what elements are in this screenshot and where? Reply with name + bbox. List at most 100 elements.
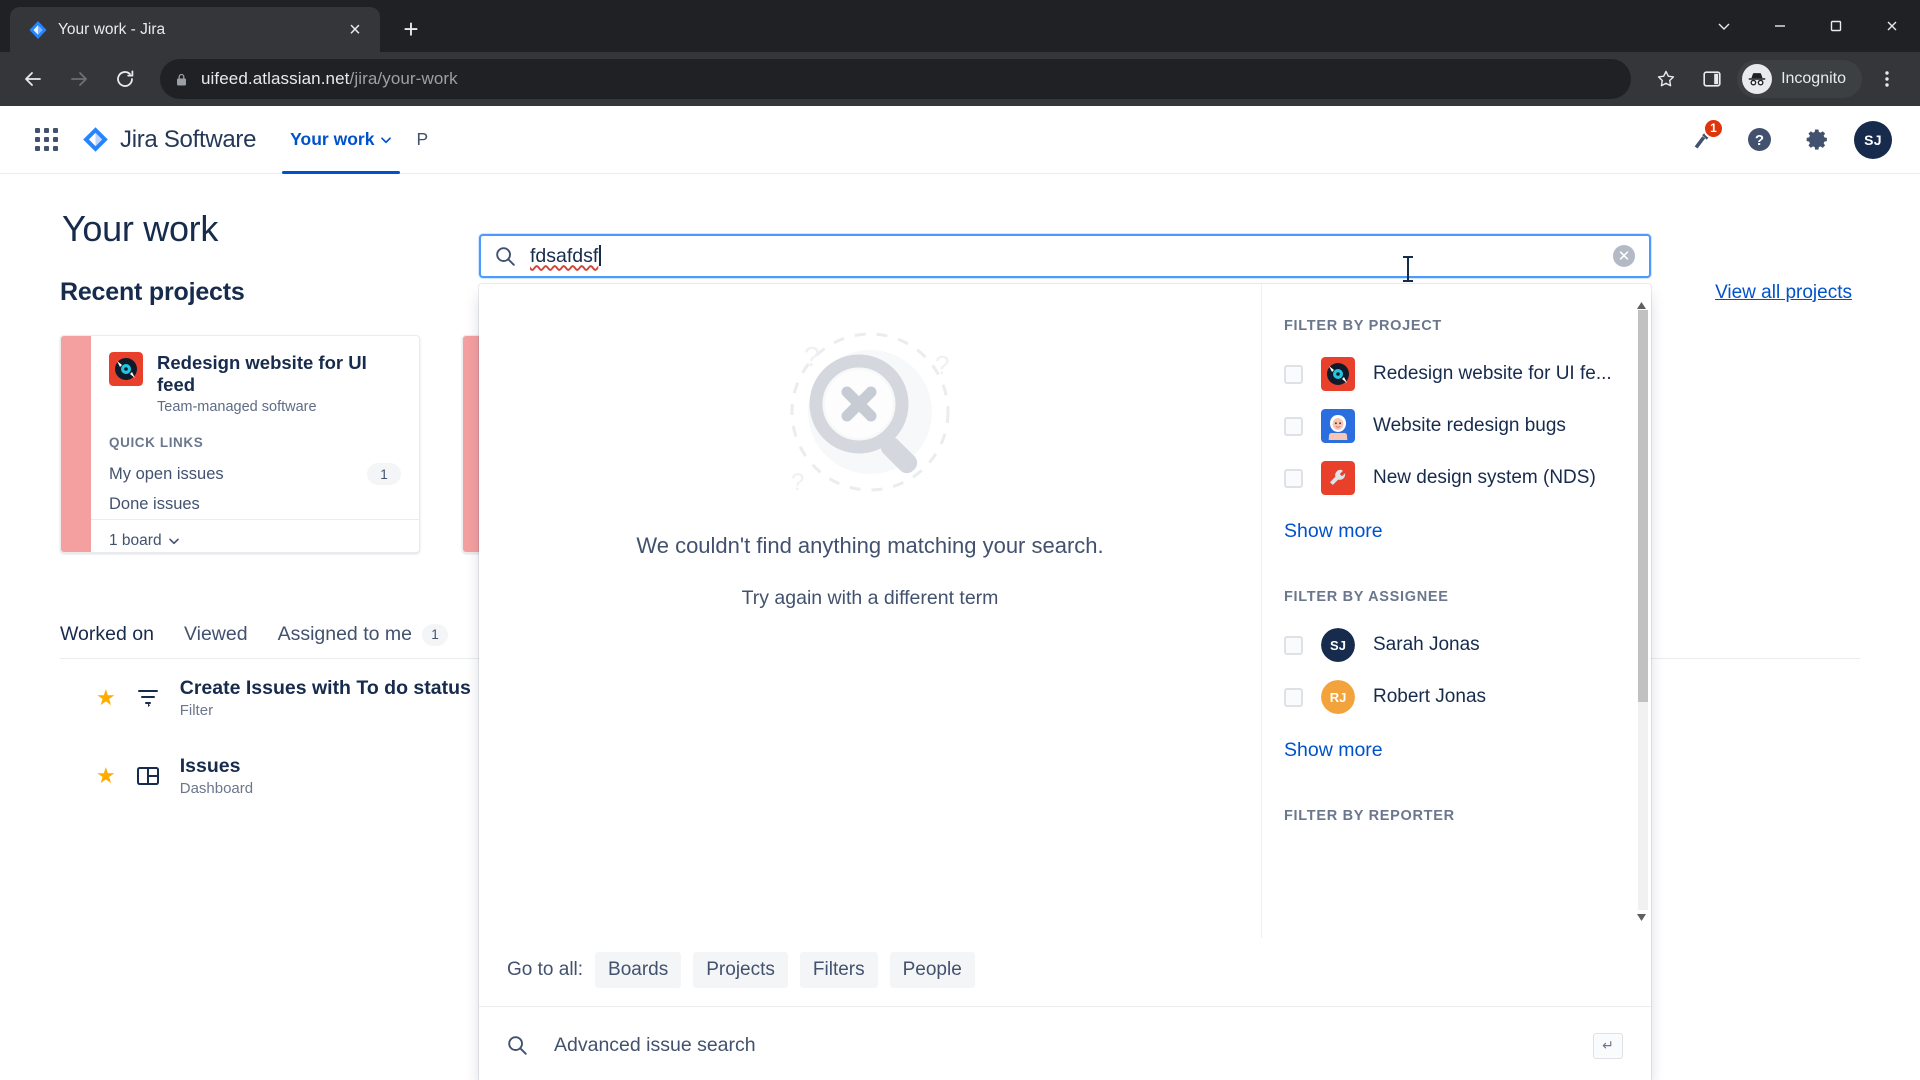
chip-filters[interactable]: Filters bbox=[799, 952, 878, 988]
jira-logo[interactable]: Jira Software bbox=[82, 126, 256, 154]
nav-item-your-work[interactable]: Your work bbox=[278, 106, 404, 174]
svg-text:?: ? bbox=[1754, 132, 1763, 149]
chevron-down-icon[interactable] bbox=[1696, 0, 1752, 52]
tab-assigned-to-me[interactable]: Assigned to me 1 bbox=[278, 623, 448, 646]
quick-link-my-open-issues[interactable]: My open issues 1 bbox=[109, 458, 401, 490]
show-more-assignees-link[interactable]: Show more bbox=[1278, 723, 1651, 762]
address-bar[interactable]: uifeed.atlassian.net/jira/your-work bbox=[160, 59, 1632, 99]
address-bar-url: uifeed.atlassian.net/jira/your-work bbox=[201, 69, 458, 89]
checkbox[interactable] bbox=[1284, 364, 1303, 384]
checkbox[interactable] bbox=[1284, 416, 1303, 436]
svg-text:?: ? bbox=[804, 341, 820, 372]
jira-logo-text: Jira Software bbox=[120, 125, 257, 153]
board-selector[interactable]: 1 board bbox=[91, 519, 419, 552]
close-tab-icon[interactable]: × bbox=[342, 17, 368, 43]
empty-state-subtitle: Try again with a different term bbox=[741, 587, 999, 609]
project-card[interactable]: Redesign website for UI feed Team-manage… bbox=[60, 335, 420, 553]
chevron-down-icon bbox=[168, 538, 179, 545]
help-icon[interactable]: ? bbox=[1738, 119, 1780, 161]
filter-option-assignee[interactable]: RJ Robert Jonas bbox=[1278, 671, 1651, 723]
checkbox[interactable] bbox=[1284, 687, 1303, 707]
star-icon[interactable] bbox=[1645, 58, 1687, 100]
checkbox[interactable] bbox=[1284, 468, 1303, 488]
filter-option-label: New design system (NDS) bbox=[1373, 467, 1596, 488]
text-cursor bbox=[1403, 256, 1413, 282]
tab-label: Assigned to me bbox=[277, 623, 412, 645]
avatar[interactable]: SJ bbox=[1854, 120, 1892, 159]
filters-scrollbar[interactable] bbox=[1635, 298, 1648, 924]
list-item-title: Create Issues with To do status bbox=[179, 677, 471, 699]
profile-label: Incognito bbox=[1781, 70, 1846, 87]
filter-group-label-project: FILTER BY PROJECT bbox=[1284, 318, 1442, 334]
back-arrow-icon[interactable] bbox=[12, 58, 54, 100]
show-more-projects-link[interactable]: Show more bbox=[1278, 504, 1651, 543]
divider bbox=[1278, 762, 1651, 808]
quick-link-count: 1 bbox=[367, 463, 401, 486]
wrench-avatar bbox=[1321, 461, 1355, 495]
search-icon bbox=[507, 1035, 528, 1056]
chip-boards[interactable]: Boards bbox=[595, 952, 682, 988]
card-accent-stripe bbox=[61, 336, 91, 552]
chip-projects[interactable]: Projects bbox=[693, 952, 788, 988]
search-results-empty-state: ? ? ? We couldn't find anything matching… bbox=[479, 284, 1261, 938]
url-domain: uifeed.atlassian.net bbox=[201, 69, 350, 88]
svg-text:?: ? bbox=[791, 469, 804, 496]
filter-icon bbox=[134, 684, 162, 712]
new-tab-button[interactable]: + bbox=[392, 10, 430, 48]
gear-icon[interactable] bbox=[1796, 119, 1838, 161]
chevron-down-icon bbox=[381, 136, 392, 143]
scroll-down-arrow-icon[interactable] bbox=[1635, 910, 1648, 924]
divider bbox=[1278, 543, 1651, 589]
avatar: RJ bbox=[1321, 680, 1355, 714]
global-search: fdsafdsf ✕ ? ? ? We couldn't find anythi… bbox=[479, 234, 1651, 1080]
section-title: Recent projects bbox=[60, 278, 245, 306]
scrollbar-thumb[interactable] bbox=[1638, 310, 1648, 702]
chip-people[interactable]: People bbox=[889, 952, 975, 988]
nav-item-projects[interactable]: P bbox=[404, 106, 440, 174]
svg-text:SJ: SJ bbox=[1330, 638, 1346, 653]
browser-tab-title: Your work - Jira bbox=[58, 20, 166, 38]
star-icon[interactable]: ★ bbox=[96, 763, 116, 789]
side-panel-icon[interactable] bbox=[1691, 58, 1733, 100]
tab-viewed[interactable]: Viewed bbox=[184, 623, 248, 646]
quick-link-done-issues[interactable]: Done issues bbox=[109, 490, 401, 519]
go-to-all-row: Go to all: Boards Projects Filters Peopl… bbox=[479, 938, 1651, 1006]
star-icon[interactable]: ★ bbox=[96, 685, 116, 711]
filter-option-assignee[interactable]: SJ Sarah Jonas bbox=[1278, 619, 1651, 671]
search-filters-panel: FILTER BY PROJECT Redesign website for U… bbox=[1261, 284, 1651, 938]
browser-window: Your work - Jira × + uifeed.atlassian.ne… bbox=[0, 0, 1920, 1080]
filter-option-label: Website redesign bugs bbox=[1373, 415, 1566, 436]
list-item-title: Issues bbox=[179, 755, 241, 777]
browser-tab[interactable]: Your work - Jira × bbox=[10, 7, 380, 52]
quick-link-label: Done issues bbox=[109, 495, 200, 514]
notification-badge: 1 bbox=[1703, 117, 1724, 139]
notifications-bell-icon[interactable]: 1 bbox=[1680, 117, 1724, 161]
three-dot-menu-icon[interactable] bbox=[1866, 58, 1908, 100]
maximize-icon[interactable] bbox=[1808, 0, 1864, 52]
filter-option-project[interactable]: New design system (NDS) bbox=[1278, 452, 1651, 504]
grid-apps-icon[interactable] bbox=[26, 120, 66, 160]
filter-option-project[interactable]: Website redesign bugs bbox=[1278, 400, 1651, 452]
list-item-subtitle: Filter bbox=[179, 702, 214, 719]
reload-icon[interactable] bbox=[104, 58, 146, 100]
profile-button[interactable]: Incognito bbox=[1737, 60, 1862, 98]
filter-group-label-reporter: FILTER BY REPORTER bbox=[1284, 808, 1455, 824]
close-window-icon[interactable] bbox=[1864, 0, 1920, 52]
search-query-value: fdsafdsf bbox=[530, 244, 599, 267]
quick-link-label: My open issues bbox=[109, 464, 224, 483]
tab-worked-on[interactable]: Worked on bbox=[60, 623, 154, 646]
search-query-text: fdsafdsf bbox=[530, 244, 1599, 268]
enter-key-hint: ↵ bbox=[1593, 1032, 1623, 1059]
forward-arrow-icon[interactable] bbox=[58, 58, 100, 100]
filter-group-label-assignee: FILTER BY ASSIGNEE bbox=[1284, 589, 1449, 605]
view-all-projects-link[interactable]: View all projects bbox=[1715, 282, 1852, 304]
filter-option-project[interactable]: Redesign website for UI fe... bbox=[1278, 348, 1651, 400]
advanced-issue-search-row[interactable]: Advanced issue search ↵ bbox=[479, 1006, 1651, 1080]
project-subtitle: Team-managed software bbox=[157, 399, 317, 416]
checkbox[interactable] bbox=[1284, 635, 1303, 655]
search-icon bbox=[495, 246, 516, 267]
search-input[interactable]: fdsafdsf ✕ bbox=[479, 234, 1651, 278]
minimize-icon[interactable] bbox=[1752, 0, 1808, 52]
clear-search-icon[interactable]: ✕ bbox=[1613, 245, 1635, 267]
browser-toolbar: uifeed.atlassian.net/jira/your-work Inco… bbox=[0, 52, 1920, 106]
